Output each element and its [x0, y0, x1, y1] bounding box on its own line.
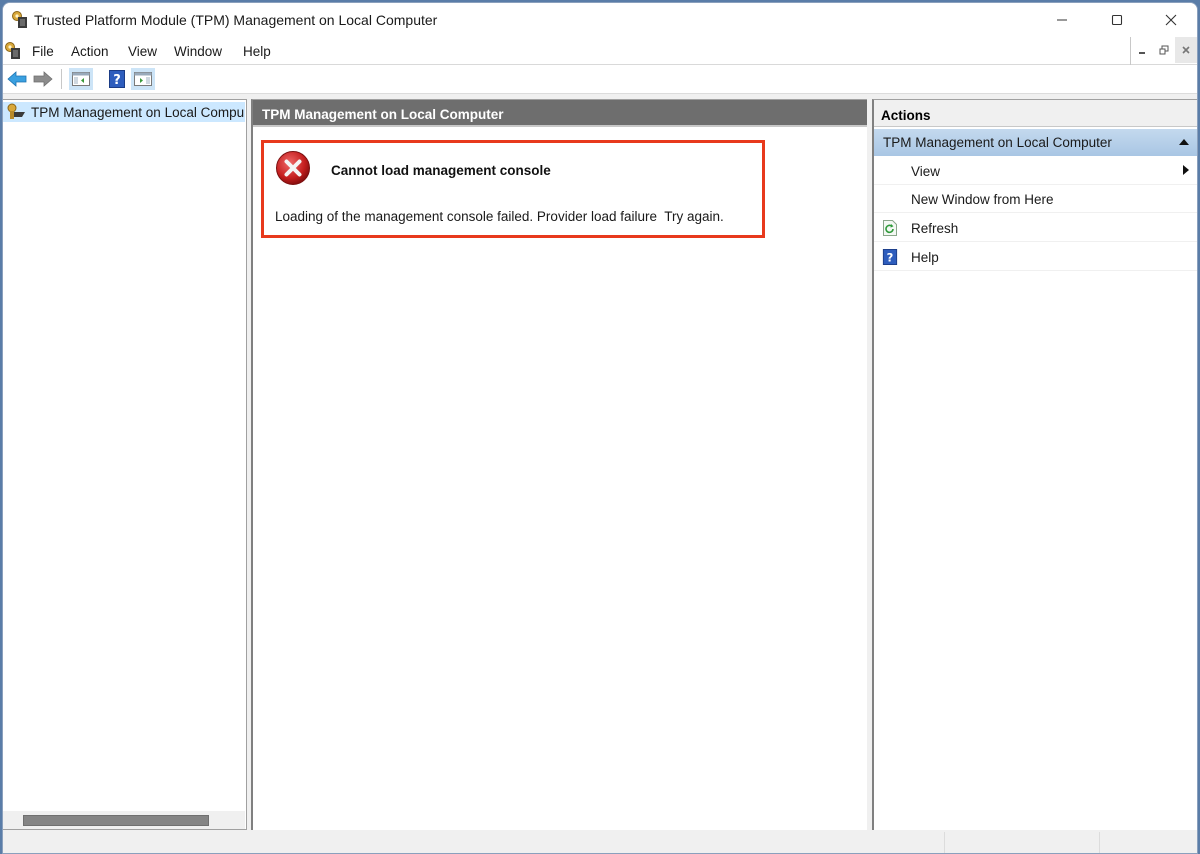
toolbar-separator [61, 69, 62, 89]
tpm-snapin-icon [7, 103, 25, 119]
menu-view[interactable]: View [128, 44, 157, 59]
help-button[interactable]: ? [105, 68, 129, 90]
action-new-window-from-here[interactable]: New Window from Here [874, 185, 1197, 213]
actions-pane-header: Actions [874, 100, 1197, 127]
status-bar [3, 830, 1197, 853]
refresh-icon [883, 220, 897, 236]
actions-section-title: TPM Management on Local Computer [883, 135, 1112, 150]
show-hide-action-pane-icon [134, 72, 152, 86]
action-view[interactable]: View [874, 157, 1197, 185]
restore-icon [1159, 45, 1169, 55]
action-label: View [911, 164, 941, 179]
close-icon [1182, 46, 1190, 54]
error-message: Loading of the management console failed… [275, 209, 724, 224]
horizontal-scrollbar[interactable] [3, 811, 245, 829]
help-icon: ? [109, 70, 125, 88]
back-button[interactable] [5, 68, 29, 90]
action-help[interactable]: ? Help [874, 243, 1197, 271]
menu-file[interactable]: File [32, 44, 54, 59]
action-label: New Window from Here [911, 192, 1054, 207]
results-pane-header: TPM Management on Local Computer [253, 100, 867, 127]
results-pane: TPM Management on Local Computer Cannot … [251, 99, 867, 830]
collapse-caret-icon[interactable] [1179, 139, 1189, 145]
minimize-icon [1139, 52, 1145, 54]
system-menu-icon[interactable] [4, 42, 21, 60]
tree-item-label: TPM Management on Local Compu [31, 104, 245, 120]
toolbar: ? [3, 65, 1197, 94]
show-hide-console-tree-icon [72, 72, 90, 86]
forward-arrow-icon [33, 71, 53, 87]
action-refresh[interactable]: Refresh [874, 214, 1197, 242]
menu-window[interactable]: Window [174, 44, 222, 59]
console-tree-pane: TPM Management on Local Compu [3, 99, 247, 830]
error-panel: Cannot load management console Loading o… [261, 140, 765, 238]
maximize-button[interactable] [1090, 3, 1144, 37]
action-label: Help [911, 250, 939, 265]
show-hide-action-pane-button[interactable] [131, 68, 155, 90]
status-separator [1099, 832, 1100, 853]
mdi-minimize-button[interactable] [1131, 37, 1153, 63]
close-icon [1165, 14, 1177, 26]
close-button[interactable] [1144, 3, 1197, 37]
title-bar[interactable]: Trusted Platform Module (TPM) Management… [3, 3, 1197, 37]
mdi-close-button[interactable] [1175, 37, 1197, 63]
menu-bar: File Action View Window Help [3, 37, 1197, 65]
svg-text:?: ? [887, 250, 894, 264]
show-hide-console-tree-button[interactable] [69, 68, 93, 90]
help-icon: ? [882, 249, 898, 265]
menu-action[interactable]: Action [71, 44, 109, 59]
actions-section-header[interactable]: TPM Management on Local Computer [874, 129, 1197, 156]
error-title: Cannot load management console [331, 163, 551, 178]
mdi-child-controls [1130, 37, 1197, 65]
submenu-arrow-icon [1183, 165, 1189, 175]
error-icon [276, 151, 310, 185]
back-arrow-icon [7, 71, 27, 87]
scrollbar-thumb[interactable] [23, 815, 209, 826]
minimize-button[interactable] [1035, 3, 1089, 37]
forward-button[interactable] [31, 68, 55, 90]
window-title: Trusted Platform Module (TPM) Management… [34, 12, 438, 28]
svg-text:?: ? [113, 73, 121, 88]
tpm-app-icon [12, 11, 27, 28]
actions-pane: Actions TPM Management on Local Computer… [872, 99, 1197, 830]
minimize-icon [1057, 19, 1067, 21]
status-separator [944, 832, 945, 853]
mmc-window: Trusted Platform Module (TPM) Management… [2, 2, 1198, 854]
maximize-icon [1111, 14, 1123, 26]
action-label: Refresh [911, 221, 959, 236]
menu-help[interactable]: Help [243, 44, 271, 59]
tree-item-tpm-management[interactable]: TPM Management on Local Compu [3, 102, 245, 122]
mdi-restore-button[interactable] [1153, 37, 1175, 63]
